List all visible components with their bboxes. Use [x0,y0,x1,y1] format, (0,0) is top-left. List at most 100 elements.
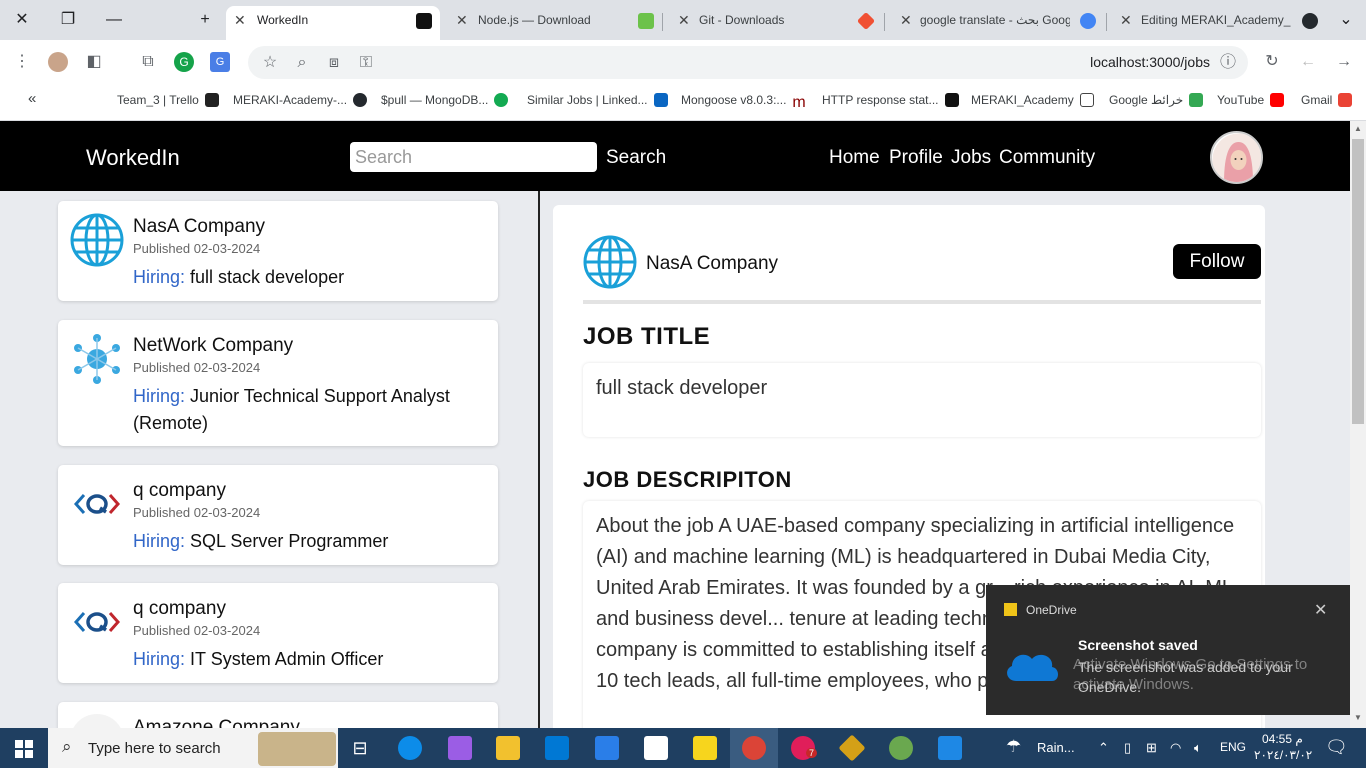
bookmark-item[interactable]: $pull — MongoDB... [381,93,509,107]
scrollbar-thumb[interactable] [1352,139,1364,424]
bookmark-item[interactable]: Similar Jobs | Linked... [527,93,668,107]
file-explorer-icon[interactable] [496,736,520,760]
network-tray-icon[interactable]: ⊞ [1146,740,1157,756]
follow-button[interactable]: Follow [1173,244,1261,279]
language-indicator[interactable]: ENG [1220,740,1246,754]
job-card[interactable]: NetWork Company Published 02-03-2024 Hir… [58,320,498,446]
bookmark-item[interactable]: MERAKI-Academy-... [233,93,368,107]
published-date: Published 02-03-2024 [133,241,261,256]
globe-icon [583,235,637,289]
nav-community[interactable]: Community [999,147,1095,169]
sticky-notes-icon[interactable] [693,736,717,760]
search-input[interactable] [350,142,597,172]
scroll-down-arrow-icon[interactable]: ▼ [1354,713,1362,722]
youtube-icon [1270,93,1285,107]
back-icon[interactable]: ← [1298,52,1318,72]
bookmark-label: Team_3 | Trello [117,93,199,107]
windows-start-icon[interactable] [15,740,33,758]
tab-search-chevron-icon[interactable]: ⌄ [1334,8,1358,32]
translate-page-icon[interactable]: ⧈ [324,53,344,73]
bookmark-item[interactable]: Mongoose v8.0.3:... m [681,93,807,111]
forward-icon[interactable]: → [1334,52,1354,72]
url-text[interactable]: localhost:3000/jobs [1090,54,1210,70]
job-card[interactable]: q company Published 02-03-2024 Hiring: I… [58,583,498,683]
profile-avatar-icon[interactable] [48,52,68,72]
mdn-icon [944,93,959,107]
battery-icon[interactable]: ▯ [1124,740,1131,756]
zoom-icon[interactable]: ⌕ [292,53,312,73]
nav-profile[interactable]: Profile [889,147,943,169]
translate-icon[interactable]: G [210,52,230,72]
job-card[interactable]: q company Published 02-03-2024 Hiring: S… [58,465,498,565]
activate-windows-watermark: Activate Windows Go to Settings to activ… [1073,656,1308,693]
close-tab-icon[interactable]: ✕ [234,6,246,34]
edge-icon[interactable] [398,736,422,760]
bookmark-item[interactable]: Google خرائط [1109,93,1204,107]
clock-time[interactable]: 04:55 م [1262,732,1303,746]
bookmark-item[interactable]: HTTP response stat... [822,93,959,107]
clock-date[interactable]: ٢٠٢٤/٠٣/٠٢ [1254,748,1312,762]
pen-app-icon[interactable] [448,736,472,760]
nav-home[interactable]: Home [829,147,880,169]
close-tab-icon[interactable]: ✕ [456,6,468,34]
close-tab-icon[interactable]: ✕ [678,6,690,34]
notepad-icon[interactable] [644,736,668,760]
bookmark-item[interactable]: Gmail [1301,93,1353,107]
volume-icon[interactable]: 🔈︎ [1194,740,1202,756]
tab-google-translate[interactable]: ✕ google translate - بحث Goog [892,6,1102,40]
address-bar[interactable]: ☆ ⌕ ⧈ ⚿ localhost:3000/jobs ⓘ [248,46,1248,79]
tray-overflow-icon[interactable]: ⌃ [1098,740,1109,756]
taskbar-search[interactable]: ⌕ Type here to search [48,728,338,768]
new-tab-icon[interactable]: + [193,8,217,32]
wifi-icon[interactable]: ◠ [1170,740,1181,756]
close-tab-icon[interactable]: ✕ [900,6,912,34]
job-card[interactable]: NasA Company Published 02-03-2024 Hiring… [58,201,498,301]
tab-separator [884,13,885,31]
restore-window-icon[interactable]: ❐ [56,8,80,32]
site-info-icon[interactable]: ⓘ [1218,53,1238,73]
paint-icon[interactable] [889,736,913,760]
password-key-icon[interactable]: ⚿ [356,53,376,73]
network-icon [74,334,120,384]
tab-git[interactable]: ✕ Git - Downloads [670,6,880,40]
bookmark-item[interactable]: YouTube [1217,93,1285,107]
minimize-window-icon[interactable]: — [102,8,126,32]
hiring-label: Hiring: [133,386,186,406]
bookmark-item[interactable]: MERAKI_Academy [971,93,1094,107]
reload-icon[interactable]: ↻ [1262,52,1282,72]
job-card[interactable]: Amazone Company [58,702,498,728]
user-avatar[interactable] [1210,131,1263,184]
extensions-icon[interactable]: ⧉ [138,52,158,72]
tab-github[interactable]: ✕ Editing MERAKI_Academy_P [1114,6,1324,40]
company-name: NasA Company [133,216,266,237]
tab-workedin[interactable]: ✕ WorkedIn [226,6,440,40]
git-app-icon[interactable] [838,734,866,762]
weather-text[interactable]: Rain... [1037,740,1075,755]
bookmark-item[interactable]: Team_3 | Trello [117,93,219,107]
brand-logo[interactable]: WorkedIn [86,145,180,171]
chrome-icon[interactable] [742,736,766,760]
published-date: Published 02-03-2024 [133,505,261,520]
bookmark-label: Mongoose v8.0.3:... [681,93,787,107]
onedrive-notification[interactable]: OneDrive ✕ Screenshot saved The screensh… [986,585,1350,715]
task-view-icon[interactable]: ⊟ [348,736,372,760]
close-notification-icon[interactable]: ✕ [1314,600,1327,620]
bookmark-label: MERAKI-Academy-... [233,93,348,107]
menu-dots-icon[interactable]: ⋮ [12,52,32,72]
detail-company-name[interactable]: NasA Company [646,253,778,275]
store-icon[interactable] [545,736,569,760]
close-window-icon[interactable]: ✕ [10,8,34,32]
job-title-box: full stack developer [583,363,1261,437]
close-tab-icon[interactable]: ✕ [1120,6,1132,34]
mail-icon[interactable] [595,736,619,760]
grammarly-icon[interactable]: G [174,52,194,72]
search-button[interactable]: Search [606,147,666,169]
action-center-icon[interactable]: 🗨︎ [1325,737,1348,758]
tab-nodejs[interactable]: ✕ Node.js — Download [448,6,658,40]
scroll-up-arrow-icon[interactable]: ▲ [1354,124,1362,133]
nav-jobs[interactable]: Jobs [951,147,991,169]
bookmark-star-icon[interactable]: ☆ [260,53,280,73]
side-panel-icon[interactable]: ◧ [84,52,104,72]
photos-icon[interactable] [938,736,962,760]
bookmarks-overflow-icon[interactable]: « [28,90,36,107]
